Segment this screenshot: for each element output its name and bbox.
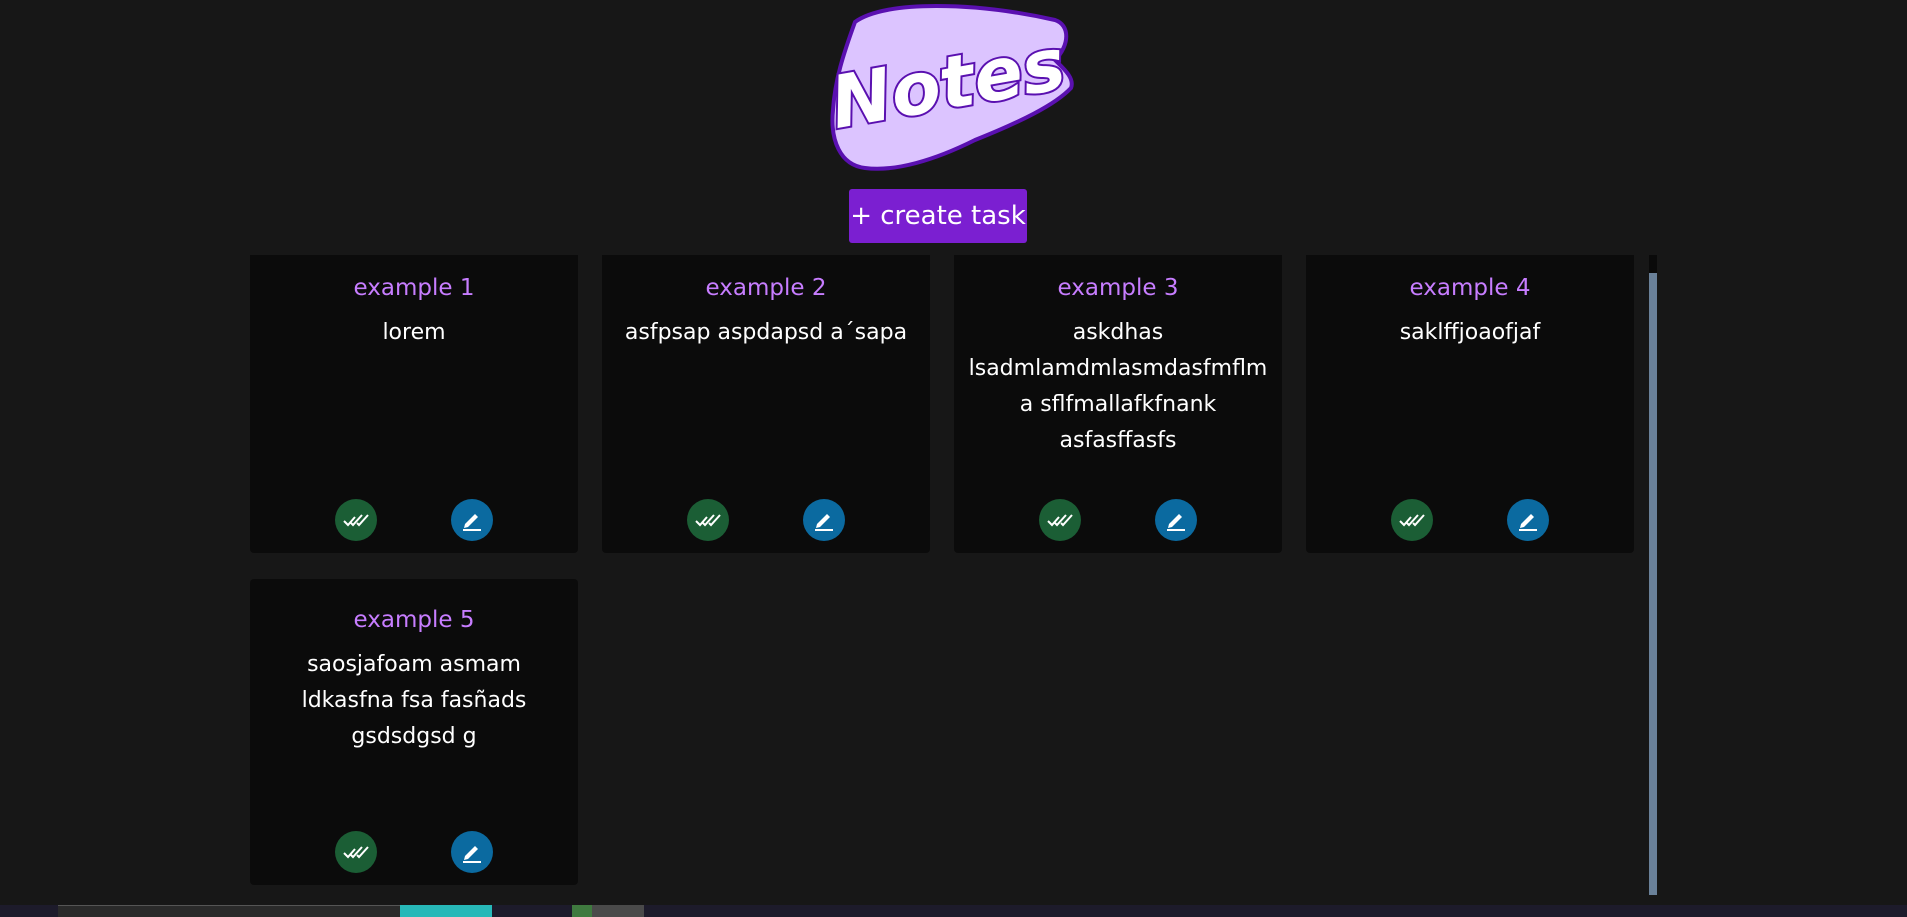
note-body: asfpsap aspdapsd a´sapa [624,320,908,345]
pencil-icon [815,514,833,531]
edit-note-button[interactable] [803,499,845,541]
note-title: example 4 [1409,275,1531,301]
note-actions [250,499,578,541]
notes-scroll-area[interactable]: example 1 lorem example 2 asfpsap aspdap… [250,255,1658,895]
double-check-icon [343,846,369,859]
edit-note-button[interactable] [1507,499,1549,541]
mark-done-button[interactable] [1039,499,1081,541]
note-card: example 5 saosjafoam asmam ldkasfna fsa … [250,579,578,885]
note-card: example 4 saklffjoaofjaf [1306,255,1634,553]
mark-done-button[interactable] [1391,499,1433,541]
note-body: askdhas lsadmlamdmlasmdasfmflma sflfmall… [968,320,1268,453]
notes-grid: example 1 lorem example 2 asfpsap aspdap… [250,255,1642,885]
mark-done-button[interactable] [687,499,729,541]
edit-note-button[interactable] [1155,499,1197,541]
edit-note-button[interactable] [451,831,493,873]
pencil-icon [463,514,481,531]
note-card: example 2 asfpsap aspdapsd a´sapa [602,255,930,553]
double-check-icon [343,514,369,527]
taskbar-strip [0,905,1907,917]
note-actions [954,499,1282,541]
note-card: example 1 lorem [250,255,578,553]
vertical-scrollbar[interactable] [1649,255,1657,895]
double-check-icon [1047,514,1073,527]
note-title: example 1 [353,275,475,301]
edit-note-button[interactable] [451,499,493,541]
note-body: saklffjoaofjaf [1399,320,1541,345]
mark-done-button[interactable] [335,499,377,541]
note-actions [602,499,930,541]
taskbar-item [572,905,592,917]
note-body: saosjafoam asmam ldkasfna fsa fasñads gs… [301,652,527,749]
note-title: example 5 [353,607,475,633]
note-title: example 2 [705,275,827,301]
pencil-icon [463,846,481,863]
note-actions [1306,499,1634,541]
pencil-icon [1167,514,1185,531]
note-card: example 3 askdhas lsadmlamdmlasmdasfmflm… [954,255,1282,553]
double-check-icon [695,514,721,527]
scrollbar-thumb[interactable] [1649,273,1657,895]
note-body: lorem [382,320,446,345]
taskbar-item [400,905,492,917]
mark-done-button[interactable] [335,831,377,873]
pencil-icon [1519,514,1537,531]
note-actions [250,831,578,873]
notes-app: Notes + create task example 1 lorem exam… [0,0,1907,917]
double-check-icon [1399,514,1425,527]
note-title: example 3 [1057,275,1179,301]
create-task-button[interactable]: + create task [849,189,1027,243]
notes-logo: Notes [825,4,1074,171]
